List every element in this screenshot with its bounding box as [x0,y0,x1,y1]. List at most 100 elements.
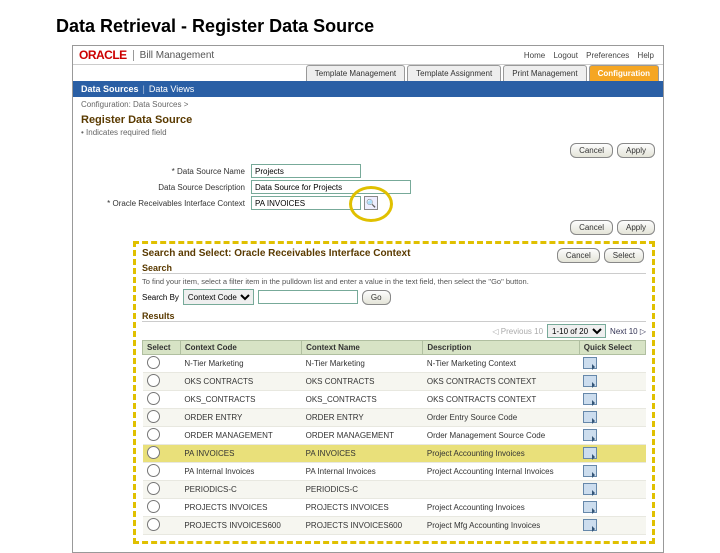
link-home[interactable]: Home [524,51,545,60]
row-radio[interactable] [147,392,160,405]
table-row: PA Internal InvoicesPA Internal Invoices… [143,463,646,481]
cancel-button[interactable]: Cancel [570,143,613,158]
quick-select-icon[interactable] [583,357,597,369]
tab-print-management[interactable]: Print Management [503,65,586,81]
cell-desc: Order Management Source Code [423,427,579,445]
subtab-data-sources[interactable]: Data Sources [81,84,139,94]
oracle-logo: ORACLE [79,48,127,62]
cell-desc: Project Accounting Invoices [423,499,579,517]
pager-range-select[interactable]: 1-10 of 20 [547,324,606,338]
cell-name: PA INVOICES [302,445,423,463]
page-title: Register Data Source [73,112,663,128]
tab-template-management[interactable]: Template Management [306,65,405,81]
table-row: PROJECTS INVOICESPROJECTS INVOICESProjec… [143,499,646,517]
cell-code: PA Internal Invoices [180,463,301,481]
search-row: Search By Context Code Go [142,289,646,305]
cell-name: PROJECTS INVOICES600 [302,517,423,535]
col-context-name: Context Name [302,341,423,355]
cell-name: OKS CONTRACTS [302,373,423,391]
cell-desc: OKS CONTRACTS CONTEXT [423,391,579,409]
cell-desc: Project Accounting Invoices [423,445,579,463]
mid-button-row: Cancel Apply [73,218,663,237]
cell-code: OKS CONTRACTS [180,373,301,391]
breadcrumb: Configuration: Data Sources > [73,97,663,112]
cell-code: PA INVOICES [180,445,301,463]
search-by-label: Search By [142,293,179,302]
link-preferences[interactable]: Preferences [586,51,629,60]
apply-button[interactable]: Apply [617,143,655,158]
app-header: ORACLE Bill Management Home Logout Prefe… [73,46,663,65]
go-button[interactable]: Go [362,290,391,305]
quick-select-icon[interactable] [583,393,597,405]
table-row: N-Tier MarketingN-Tier MarketingN-Tier M… [143,355,646,373]
quick-select-icon[interactable] [583,483,597,495]
row-radio[interactable] [147,464,160,477]
cell-code: PROJECTS INVOICES [180,499,301,517]
table-row: ORDER ENTRYORDER ENTRYOrder Entry Source… [143,409,646,427]
row-radio[interactable] [147,428,160,441]
quick-select-icon[interactable] [583,465,597,477]
cell-name: OKS_CONTRACTS [302,391,423,409]
cell-name: N-Tier Marketing [302,355,423,373]
ds-name-label: * Data Source Name [81,167,251,176]
row-radio[interactable] [147,500,160,513]
col-select: Select [143,341,181,355]
ctx-label: * Oracle Receivables Interface Context [81,199,251,208]
dialog-select-button[interactable]: Select [604,248,644,263]
row-radio[interactable] [147,518,160,531]
row-radio[interactable] [147,446,160,459]
results-section-title: Results [142,311,646,322]
pager-next[interactable]: Next 10 ▷ [610,327,646,336]
slide-title: Data Retrieval - Register Data Source [0,0,720,45]
quick-select-icon[interactable] [583,411,597,423]
cell-desc: N-Tier Marketing Context [423,355,579,373]
cell-code: ORDER ENTRY [180,409,301,427]
cancel-button-2[interactable]: Cancel [570,220,613,235]
row-radio[interactable] [147,356,160,369]
row-radio[interactable] [147,482,160,495]
search-section-title: Search [142,263,646,274]
cell-code: N-Tier Marketing [180,355,301,373]
cell-code: PROJECTS INVOICES600 [180,517,301,535]
ds-name-input[interactable] [251,164,361,178]
table-row: PERIODICS-CPERIODICS-C [143,481,646,499]
quick-select-icon[interactable] [583,519,597,531]
cell-desc: Project Mfg Accounting Invoices [423,517,579,535]
tab-template-assignment[interactable]: Template Assignment [407,65,501,81]
table-row: OKS_CONTRACTSOKS_CONTRACTSOKS CONTRACTS … [143,391,646,409]
row-radio[interactable] [147,374,160,387]
quick-select-icon[interactable] [583,447,597,459]
cell-desc: Project Accounting Internal Invoices [423,463,579,481]
table-row: PA INVOICESPA INVOICESProject Accounting… [143,445,646,463]
apply-button-2[interactable]: Apply [617,220,655,235]
quick-select-icon[interactable] [583,501,597,513]
tab-configuration[interactable]: Configuration [589,65,659,81]
flashlight-icon[interactable]: 🔍 [364,196,378,210]
subtab-data-views[interactable]: Data Views [149,84,194,94]
dialog-cancel-button[interactable]: Cancel [557,248,600,263]
table-row: PROJECTS INVOICES600PROJECTS INVOICES600… [143,517,646,535]
ctx-input[interactable] [251,196,361,210]
cell-name: PERIODICS-C [302,481,423,499]
form: * Data Source Name Data Source Descripti… [73,160,663,218]
quick-select-icon[interactable] [583,429,597,441]
row-radio[interactable] [147,410,160,423]
pager-prev: ◁ Previous 10 [492,327,543,336]
cell-code: OKS_CONTRACTS [180,391,301,409]
search-text-input[interactable] [258,290,358,304]
link-logout[interactable]: Logout [553,51,577,60]
quick-select-icon[interactable] [583,375,597,387]
results-table: Select Context Code Context Name Descrip… [142,340,646,535]
col-description: Description [423,341,579,355]
ds-desc-input[interactable] [251,180,411,194]
cell-code: ORDER MANAGEMENT [180,427,301,445]
cell-name: PA Internal Invoices [302,463,423,481]
search-select-dialog: Search and Select: Oracle Receivables In… [133,241,655,544]
pager: ◁ Previous 10 1-10 of 20 Next 10 ▷ [142,324,646,338]
search-by-select[interactable]: Context Code [183,289,254,305]
cell-name: ORDER MANAGEMENT [302,427,423,445]
link-help[interactable]: Help [638,51,654,60]
app-window: ORACLE Bill Management Home Logout Prefe… [72,45,664,553]
top-button-row: Cancel Apply [73,141,663,160]
cell-name: PROJECTS INVOICES [302,499,423,517]
